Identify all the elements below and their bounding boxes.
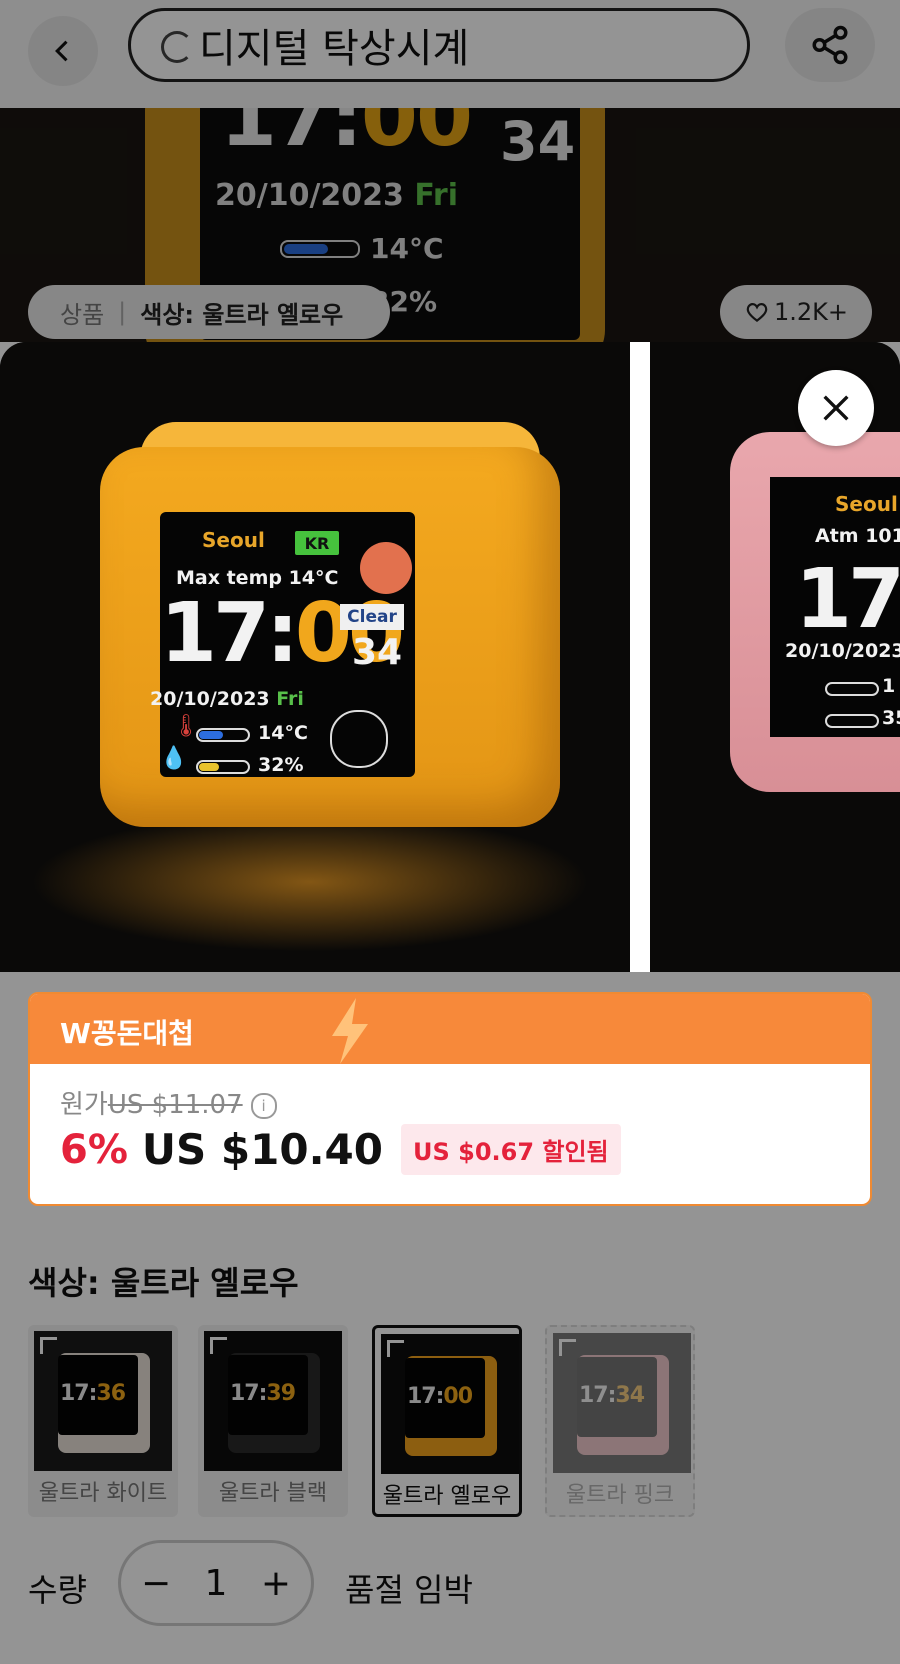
original-price: US $11.07 bbox=[107, 1090, 243, 1120]
price-row: 6% US $10.40 US $0.67 할인됨 bbox=[60, 1124, 621, 1175]
humidity-value: 35 bbox=[882, 707, 900, 729]
lightning-icon bbox=[332, 998, 368, 1064]
temp-bar bbox=[196, 728, 250, 742]
humidity-icon: 💧 bbox=[160, 746, 188, 771]
temp-value: 14°C bbox=[258, 722, 308, 744]
original-price-row: 원가US $11.07 i bbox=[60, 1084, 277, 1121]
astronaut-icon bbox=[330, 710, 388, 768]
atm-label: Atm 101 bbox=[815, 525, 900, 547]
preview-slide-yellow[interactable]: Seoul KR Max temp 14°C 17:00 Clear 34 20… bbox=[0, 342, 630, 972]
city-label: Seoul bbox=[835, 492, 898, 516]
info-icon[interactable]: i bbox=[250, 1092, 277, 1119]
reflection bbox=[30, 812, 590, 952]
close-preview-button[interactable] bbox=[798, 370, 874, 446]
deal-title: W꽁돈대첩 bbox=[60, 1017, 194, 1050]
country-badge: KR bbox=[295, 531, 339, 555]
clock-time: 17:3 bbox=[795, 552, 900, 647]
clock-date: 20/10/2023 bbox=[785, 640, 900, 662]
original-price-label: 원가 bbox=[60, 1090, 108, 1120]
preview-slide-pink[interactable]: Seoul Atm 101 17:3 20/10/2023 1 35 bbox=[650, 342, 900, 972]
discount-percent: 6% bbox=[60, 1126, 128, 1173]
humidity-value: 32% bbox=[258, 754, 304, 776]
slide-divider bbox=[630, 342, 650, 972]
weather-badge: Clear bbox=[340, 604, 404, 630]
humidity-bar bbox=[825, 714, 879, 728]
clock-seconds: 34 bbox=[352, 632, 403, 673]
image-preview-carousel[interactable]: Seoul KR Max temp 14°C 17:00 Clear 34 20… bbox=[0, 342, 900, 972]
temp-bar bbox=[825, 682, 879, 696]
temp-value: 1 bbox=[882, 675, 896, 697]
deal-header: W꽁돈대첩 bbox=[30, 994, 870, 1064]
city-label: Seoul bbox=[202, 528, 265, 552]
sale-price: US $10.40 bbox=[141, 1125, 383, 1174]
humidity-bar bbox=[196, 760, 250, 774]
close-icon bbox=[823, 395, 849, 421]
saved-badge: US $0.67 할인됨 bbox=[400, 1124, 621, 1175]
clock-date: 20/10/2023 Fri bbox=[150, 688, 304, 710]
deal-card: W꽁돈대첩 원가US $11.07 i 6% US $10.40 US $0.67… bbox=[28, 992, 872, 1206]
